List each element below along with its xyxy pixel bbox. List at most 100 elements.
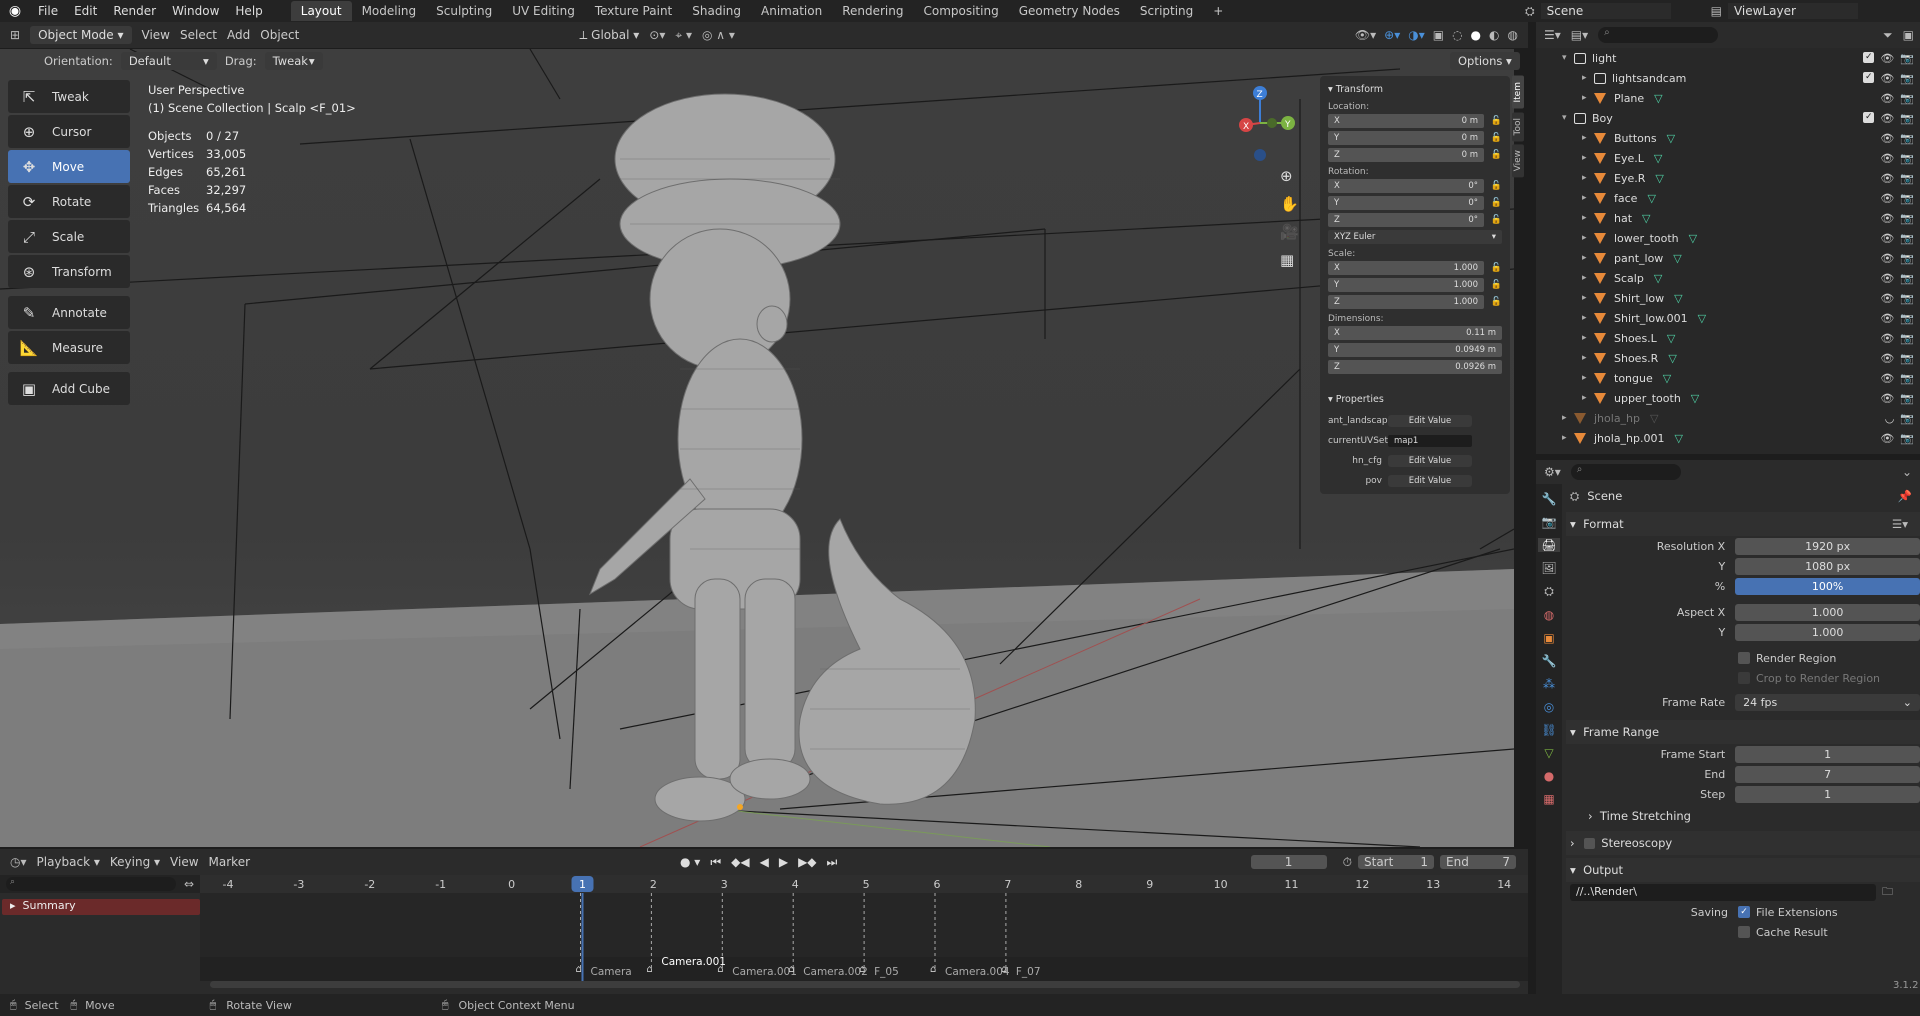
eye-icon[interactable]: 👁 (1880, 212, 1894, 225)
frame-end-field[interactable]: End 7 (1440, 855, 1516, 869)
render-camera-icon[interactable]: 📷 (1900, 152, 1914, 165)
tool-rotate[interactable]: ⟳ Rotate (8, 185, 130, 218)
display-mode-icon[interactable]: ▤▾ (1571, 28, 1588, 42)
clock-icon[interactable]: ⏱ (1343, 855, 1352, 870)
expand-arrow-right-icon[interactable]: ▸ (1582, 193, 1594, 203)
mesh-data-icon[interactable]: ▽ (1673, 252, 1681, 265)
tool-annotate[interactable]: ✎ Annotate (8, 296, 130, 329)
expand-arrow-down-icon[interactable]: ▾ (1562, 53, 1574, 63)
outliner-item[interactable]: ▸ Eye.L ▽ 👁 📷 (1536, 148, 1920, 168)
mode-dropdown[interactable]: Object Mode ▾ (30, 26, 132, 44)
mesh-data-icon[interactable]: ▽ (1674, 292, 1682, 305)
render-camera-icon[interactable]: 📷 (1900, 412, 1914, 425)
eye-icon[interactable]: 👁 (1880, 92, 1894, 105)
mesh-data-icon[interactable]: ▽ (1663, 372, 1671, 385)
add-workspace-icon[interactable]: + (1203, 1, 1233, 21)
camera-marker-icon[interactable]: ⌂ (717, 964, 723, 975)
lock-icon[interactable]: 🔓 (1484, 181, 1502, 191)
mesh-data-icon[interactable]: ▽ (1668, 352, 1676, 365)
eye-icon[interactable]: 👁 (1880, 152, 1894, 165)
lock-icon[interactable]: 🔓 (1484, 150, 1502, 160)
tab-animation[interactable]: Animation (751, 1, 832, 21)
frame-range-panel-header[interactable]: ▾ Frame Range (1566, 720, 1920, 744)
resolution-y-field[interactable]: 1080 px (1735, 557, 1920, 575)
tool-tweak[interactable]: ⇱ Tweak (8, 80, 130, 113)
editor-type-icon[interactable]: ⊞ (10, 28, 20, 42)
outliner-item[interactable]: ▸ Buttons ▽ 👁 📷 (1536, 128, 1920, 148)
outliner-editor-icon[interactable]: ☰▾ (1544, 28, 1561, 42)
scale-x-field[interactable]: X 1.000 (1328, 261, 1484, 275)
expand-arrow-right-icon[interactable]: ▸ (1562, 413, 1574, 423)
play-reverse-icon[interactable]: ◀ (760, 855, 769, 870)
expand-arrow-down-icon[interactable]: ▾ (1562, 113, 1574, 123)
prev-keyframe-icon[interactable]: ◆◀ (731, 855, 749, 870)
particles-props-icon[interactable]: ⁂ (1543, 677, 1555, 691)
lock-icon[interactable]: 🔓 (1484, 263, 1502, 273)
scene-props-icon[interactable]: ⛭ (1544, 584, 1554, 599)
view-layer-props-icon[interactable]: 🖼 (1541, 561, 1556, 575)
menu-playback[interactable]: Playback ▾ (37, 855, 100, 869)
expand-arrow-right-icon[interactable]: ▸ (1582, 153, 1594, 163)
menu-object[interactable]: Object (260, 28, 299, 42)
render-camera-icon[interactable]: 📷 (1900, 372, 1914, 385)
pin-icon[interactable]: 📌 (1898, 489, 1912, 503)
render-camera-icon[interactable]: 📷 (1900, 92, 1914, 105)
edit-value-button[interactable]: Edit Value (1388, 475, 1472, 487)
blender-logo-icon[interactable]: ◉ (0, 3, 30, 19)
tab-tool[interactable]: Tool (1512, 111, 1524, 141)
crop-region-checkbox[interactable] (1738, 672, 1750, 684)
orientation-dropdown[interactable]: Default ▾ (120, 52, 217, 70)
rotation-mode-dropdown[interactable]: XYZ Euler ▾ (1328, 230, 1502, 244)
object-props-icon[interactable]: ▣ (1543, 631, 1554, 645)
jump-end-icon[interactable]: ⏭ (827, 855, 838, 870)
menu-marker[interactable]: Marker (209, 855, 250, 869)
view-layer-field[interactable]: ViewLayer (1727, 3, 1858, 19)
outliner-search-input[interactable]: ⌕ (1598, 27, 1719, 43)
scale-z-field[interactable]: Z 1.000 (1328, 295, 1484, 309)
render-camera-icon[interactable]: 📷 (1900, 252, 1914, 265)
eye-icon[interactable]: 👁 (1880, 292, 1894, 305)
eye-icon[interactable]: 👁 (1880, 272, 1894, 285)
menu-window[interactable]: Window (164, 4, 227, 18)
shading-material-icon[interactable]: ◐ (1489, 28, 1499, 42)
texture-props-icon[interactable]: ▦ (1543, 792, 1554, 806)
eye-icon[interactable]: 👁 (1880, 52, 1894, 65)
play-icon[interactable]: ▶ (779, 855, 788, 870)
menu-add[interactable]: Add (227, 28, 250, 42)
location-z-field[interactable]: Z0 m (1328, 148, 1484, 162)
ortho-grid-icon[interactable]: ▦ (1280, 251, 1299, 269)
snap-icon[interactable]: ⌖ ▾ (675, 28, 692, 43)
scene-name-field[interactable]: Scene (1540, 3, 1671, 19)
eye-icon[interactable]: 👁 (1880, 192, 1894, 205)
render-camera-icon[interactable]: 📷 (1900, 212, 1914, 225)
render-camera-icon[interactable]: 📷 (1900, 232, 1914, 245)
navigation-gizmo[interactable]: Z Y X (1220, 83, 1300, 163)
render-camera-icon[interactable]: 📷 (1900, 72, 1914, 85)
uvset-field[interactable]: map1 (1388, 435, 1472, 447)
outliner-item[interactable]: ▸ Shoes.L ▽ 👁 📷 (1536, 328, 1920, 348)
expand-arrow-right-icon[interactable]: ▸ (1582, 353, 1594, 363)
gizmo-icon[interactable]: ⊕▾ (1384, 28, 1400, 42)
camera-marker-icon[interactable]: ⌂ (788, 964, 794, 975)
expand-arrow-right-icon[interactable]: ▸ (1582, 73, 1594, 83)
outliner-item[interactable]: ▾ Boy ✓ 👁 📷 (1536, 108, 1920, 128)
render-region-checkbox[interactable] (1738, 652, 1750, 664)
mesh-data-icon[interactable]: ▽ (1655, 172, 1663, 185)
list-icon[interactable]: ☰▾ (1892, 517, 1908, 531)
camera-view-icon[interactable]: 🎥 (1280, 223, 1299, 241)
tab-scripting[interactable]: Scripting (1130, 1, 1203, 21)
eye-icon[interactable]: 👁 (1880, 352, 1894, 365)
outliner-item[interactable]: ▸ lightsandcam ✓ 👁 📷 (1536, 68, 1920, 88)
mesh-data-icon[interactable]: ▽ (1650, 412, 1658, 425)
edit-value-button[interactable]: Edit Value (1388, 415, 1472, 427)
outliner-item[interactable]: ▾ light ✓ 👁 📷 (1536, 48, 1920, 68)
frame-start-field[interactable]: Start 1 (1358, 855, 1434, 869)
eye-icon[interactable]: 👁 (1880, 312, 1894, 325)
camera-marker-icon[interactable]: ⌂ (930, 964, 936, 975)
outliner-item[interactable]: ▸ pant_low ▽ 👁 📷 (1536, 248, 1920, 268)
dimensions-x-field[interactable]: X 0.11 m (1328, 326, 1502, 340)
mesh-data-icon[interactable]: ▽ (1642, 212, 1650, 225)
outliner-item[interactable]: ▸ Shoes.R ▽ 👁 📷 (1536, 348, 1920, 368)
mesh-data-icon[interactable]: ▽ (1654, 272, 1662, 285)
pan-hand-icon[interactable]: ✋ (1280, 195, 1299, 213)
